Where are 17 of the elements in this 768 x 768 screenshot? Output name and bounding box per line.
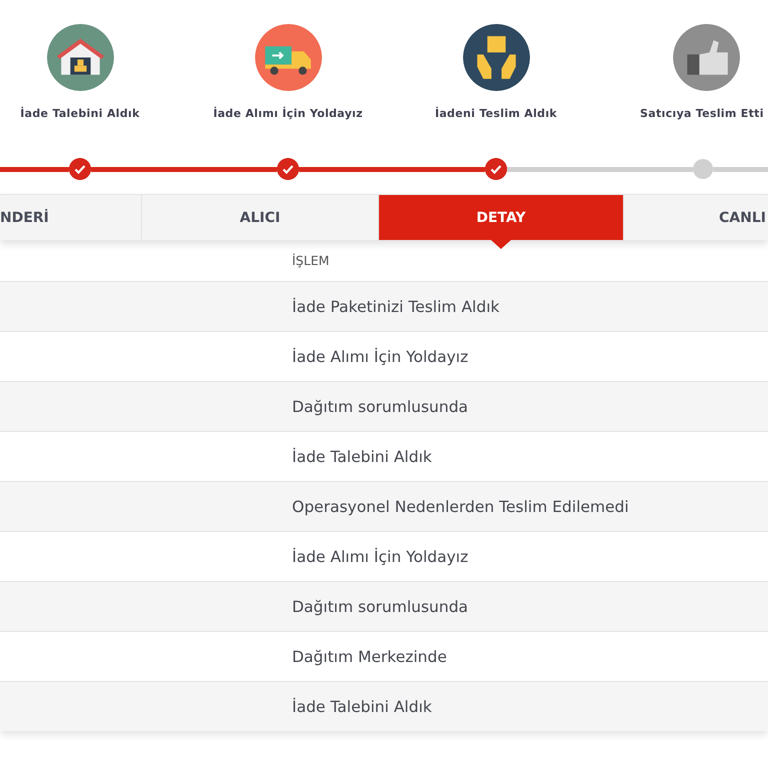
step-label: Satıcıya Teslim Etti [640, 107, 764, 120]
table-cell: İade Talebini Aldık [292, 698, 432, 716]
table-cell: Dağıtım Merkezinde [292, 648, 447, 666]
table-cell: İade Talebini Aldık [292, 448, 432, 466]
table-cell: Operasyonel Nedenlerden Teslim Edilemedi [292, 498, 629, 516]
tab[interactable]: CANLI [623, 195, 768, 240]
table-cell: İade Alımı İçin Yoldayız [292, 548, 468, 566]
step-label: İade Alımı İçin Yoldayız [213, 107, 363, 120]
table-cell: Dağıtım sorumlusunda [292, 598, 468, 616]
table-cell: İade Alımı İçin Yoldayız [292, 348, 468, 366]
table-cell: İade Paketinizi Teslim Aldık [292, 298, 500, 316]
step-label: İade Talebini Aldık [20, 107, 140, 120]
column-header: İŞLEM [292, 253, 330, 268]
tab-pointer [491, 240, 511, 249]
tab[interactable]: NDERİ [0, 195, 141, 240]
step-label: İadeni Teslim Aldık [434, 107, 558, 120]
table-cell: Dağıtım sorumlusunda [292, 398, 468, 416]
